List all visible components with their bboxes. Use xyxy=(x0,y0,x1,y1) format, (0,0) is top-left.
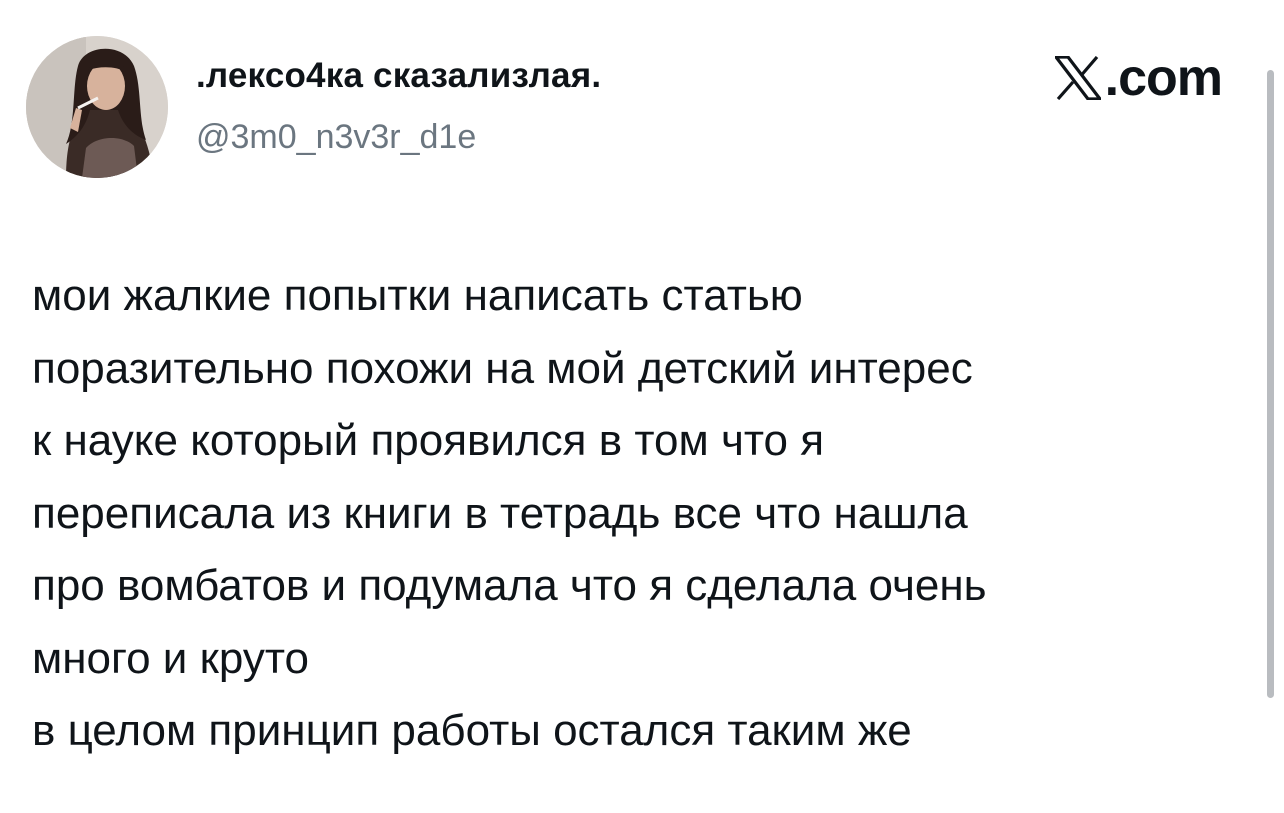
avatar[interactable] xyxy=(26,36,168,178)
brand-logo: .com xyxy=(1054,49,1223,107)
tweet-card: .лексо4ка сказализлая. @3m0_n3v3r_d1e .c… xyxy=(0,0,1284,813)
brand-domain-suffix: .com xyxy=(1104,49,1223,107)
scrollbar[interactable] xyxy=(1267,70,1274,698)
author-handle[interactable]: @3m0_n3v3r_d1e xyxy=(196,118,476,157)
x-logo-icon xyxy=(1054,56,1101,100)
tweet-text: мои жалкие попытки написать статью пораз… xyxy=(32,271,987,755)
author-display-name[interactable]: .лексо4ка сказализлая. xyxy=(196,56,601,96)
profile-photo-icon xyxy=(26,36,168,178)
